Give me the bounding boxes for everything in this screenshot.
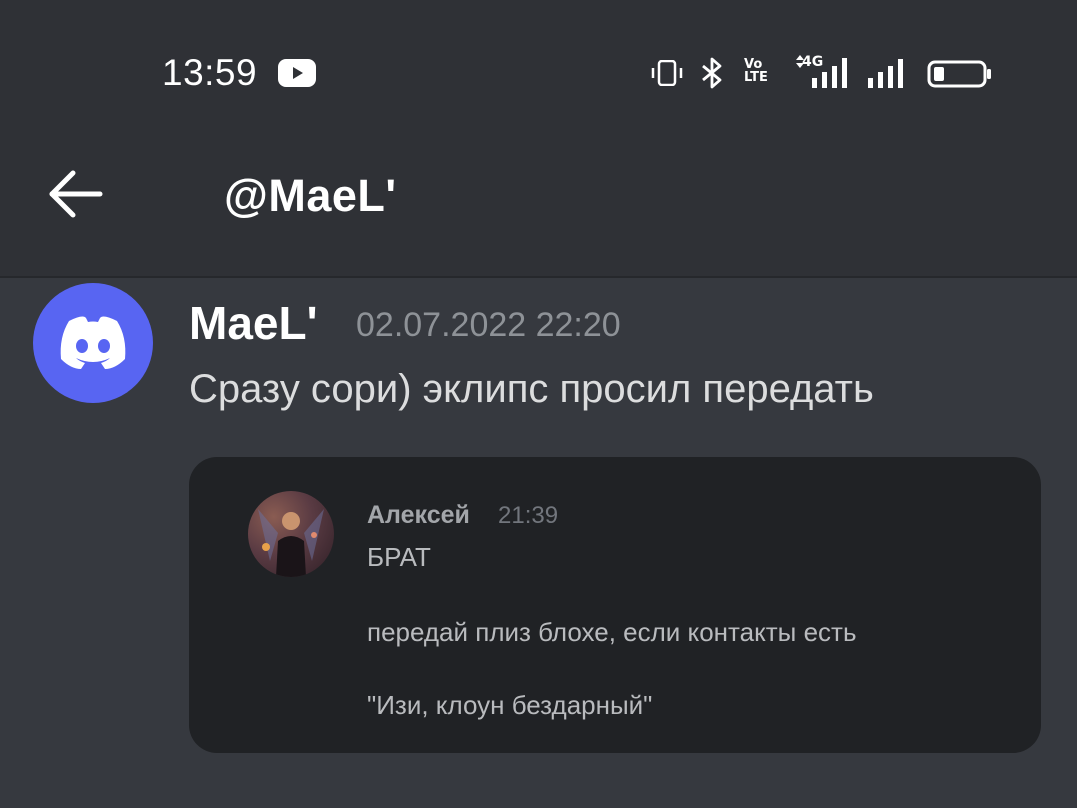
quoted-message-embed[interactable]: Алексей 21:39 БРАТ передай плиз блохе, е… (189, 457, 1041, 753)
signal-4g-icon: 4G (792, 54, 858, 94)
volte-icon: Vo LTE (744, 58, 784, 90)
embed-avatar (248, 491, 334, 577)
message-timestamp: 02.07.2022 22:20 (356, 306, 621, 344)
status-icons: Vo LTE 4G (650, 50, 1000, 94)
avatar[interactable] (33, 283, 153, 403)
embed-line: БРАТ (367, 542, 431, 572)
youtube-icon (278, 59, 316, 87)
vibrate-icon (651, 60, 683, 86)
top-bar: 13:59 Vo LTE 4G @MaeL' (0, 0, 1077, 278)
back-button[interactable] (46, 166, 106, 222)
status-time: 13:59 (162, 52, 258, 93)
embed-time: 21:39 (498, 502, 559, 529)
message-text: Сразу сори) эклипс просил передать (189, 367, 874, 411)
battery-icon (927, 60, 991, 88)
arrow-left-icon (49, 170, 103, 218)
embed-line: "Изи, клоун бездарный" (367, 690, 653, 720)
embed-line: передай плиз блохе, если контакты есть (367, 617, 857, 647)
embed-author: Алексей (367, 501, 470, 529)
channel-title: @MaeL' (224, 170, 397, 221)
message-author[interactable]: MaeL' (189, 296, 318, 350)
bluetooth-icon (702, 57, 722, 89)
volte-label: Vo LTE (744, 57, 768, 85)
discord-logo-icon (60, 316, 126, 369)
signal-icon (868, 59, 903, 88)
